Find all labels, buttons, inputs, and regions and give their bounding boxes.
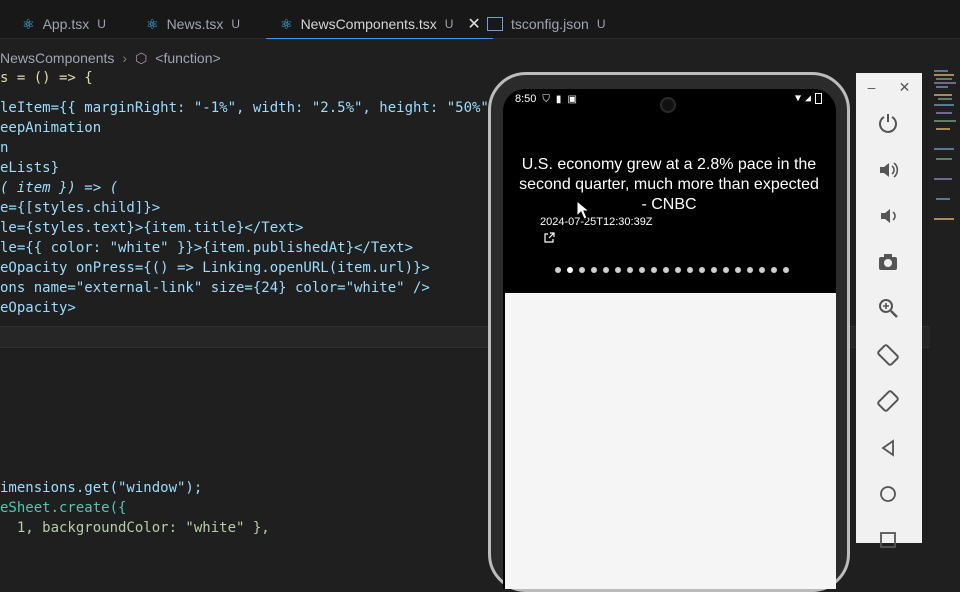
breadcrumb-file[interactable]: NewsComponents <box>0 50 114 66</box>
pagination-dot[interactable] <box>699 267 705 273</box>
battery-icon <box>815 93 822 104</box>
react-icon: ⚛ <box>280 15 293 32</box>
code-line: leItem={{ marginRight: "-1%", width: "2.… <box>0 100 515 116</box>
shield-icon: ⛉ <box>542 93 550 105</box>
chevron-right-icon: › <box>122 50 128 66</box>
pagination-dot[interactable] <box>759 267 765 273</box>
pagination-dot[interactable] <box>675 267 681 273</box>
camera-icon[interactable] <box>876 250 900 274</box>
android-emulator-device: 8:50 ⛉ ▮ ▣ ▼ ◢ U.S. economy grew at a 2.… <box>488 72 850 592</box>
minimap[interactable] <box>930 68 960 318</box>
pagination-dot[interactable] <box>735 267 741 273</box>
external-link-icon[interactable] <box>543 232 555 244</box>
news-title: U.S. economy grew at a 2.8% pace in the … <box>519 156 819 213</box>
content-area <box>505 293 836 589</box>
tab-label: News.tsx <box>166 16 224 32</box>
untracked-badge: U <box>231 17 241 31</box>
pagination-dot[interactable] <box>567 267 573 273</box>
emulator-toolbar: – ✕ <box>856 73 922 548</box>
code-line: n <box>0 140 9 156</box>
code-line: eOpacity onPress={() => Linking.openURL(… <box>0 260 430 276</box>
code-line: 1, backgroundColor: "white" }, <box>0 520 270 536</box>
code-line: imensions.get("window"); <box>0 480 203 496</box>
news-published-at: 2024-07-25T12:30:39Z <box>540 216 653 228</box>
rotate-right-icon[interactable] <box>876 389 900 413</box>
pagination-dot[interactable] <box>783 267 789 273</box>
pagination-dot[interactable] <box>627 267 633 273</box>
tsconfig-icon <box>487 17 503 31</box>
rotate-left-icon[interactable] <box>876 343 900 367</box>
code-line: le={{ color: "white" }}>{item.publishedA… <box>0 240 414 256</box>
untracked-badge: U <box>97 17 106 31</box>
wifi-icon: ▼ <box>794 93 801 104</box>
tab-newscomponents-tsx[interactable]: ⚛ NewsComponents.tsx U ✕ <box>266 10 493 39</box>
sim-icon: ▮ <box>555 93 562 105</box>
overview-icon[interactable] <box>876 528 900 552</box>
pagination-dot[interactable] <box>747 267 753 273</box>
tab-label: App.tsx <box>42 16 90 32</box>
pagination-dots <box>555 267 789 273</box>
untracked-badge: U <box>444 17 454 31</box>
zoom-icon[interactable] <box>876 296 900 320</box>
tab-tsconfig-json[interactable]: tsconfig.json U <box>487 10 606 38</box>
function-icon: ⬡ <box>135 49 148 66</box>
code-line: eepAnimation <box>0 120 102 136</box>
tab-news-tsx[interactable]: ⚛ News.tsx U <box>146 10 240 38</box>
pagination-dot[interactable] <box>723 267 729 273</box>
mouse-cursor-icon <box>576 200 590 220</box>
code-line: ons name="external-link" size={24} color… <box>0 280 430 296</box>
pagination-dot[interactable] <box>651 267 657 273</box>
pagination-dot[interactable] <box>771 267 777 273</box>
pagination-dot[interactable] <box>603 267 609 273</box>
tab-label: tsconfig.json <box>511 16 589 32</box>
volume-up-icon[interactable] <box>876 158 900 182</box>
code-line: ( item }) => ( <box>0 180 119 196</box>
phone-screen[interactable]: 8:50 ⛉ ▮ ▣ ▼ ◢ U.S. economy grew at a 2.… <box>503 89 836 589</box>
pagination-dot[interactable] <box>639 267 645 273</box>
breadcrumb-symbol[interactable]: <function> <box>155 50 220 66</box>
signal-icon: ◢ <box>804 93 811 104</box>
pagination-dot[interactable] <box>711 267 717 273</box>
code-line: le={styles.text}>{item.title}</Text> <box>0 220 304 236</box>
status-time: 8:50 <box>515 93 537 105</box>
untracked-badge: U <box>596 17 606 31</box>
pagination-dot[interactable] <box>555 267 561 273</box>
back-icon[interactable] <box>876 436 900 460</box>
close-button[interactable]: ✕ <box>899 79 911 96</box>
code-line: s = () => { <box>0 70 93 86</box>
close-tab-icon[interactable]: ✕ <box>467 14 480 34</box>
code-line: eOpacity> <box>0 300 76 316</box>
breadcrumb: NewsComponents › ⬡ <function> <box>0 48 221 68</box>
pagination-dot[interactable] <box>687 267 693 273</box>
notification-icon: ▣ <box>567 93 577 105</box>
tab-bar: ⚛ App.tsx U ⚛ News.tsx U ⚛ NewsComponent… <box>0 0 960 39</box>
power-icon[interactable] <box>876 111 900 135</box>
tab-label: NewsComponents.tsx <box>300 16 437 32</box>
front-camera <box>660 97 676 113</box>
tab-app-tsx[interactable]: ⚛ App.tsx U <box>22 10 106 38</box>
code-line: eLists} <box>0 160 60 176</box>
pagination-dot[interactable] <box>591 267 597 273</box>
code-line: e={[styles.child]}> <box>0 200 161 216</box>
pagination-dot[interactable] <box>579 267 585 273</box>
volume-down-icon[interactable] <box>876 204 900 228</box>
code-line: eSheet.create({ <box>0 500 127 516</box>
minimize-button[interactable]: – <box>868 79 876 96</box>
pagination-dot[interactable] <box>615 267 621 273</box>
react-icon: ⚛ <box>146 15 159 32</box>
home-icon[interactable] <box>876 482 900 506</box>
status-icons: ▼ ◢ <box>795 93 822 104</box>
pagination-dot[interactable] <box>663 267 669 273</box>
react-icon: ⚛ <box>22 15 35 32</box>
status-bar: 8:50 ⛉ ▮ ▣ <box>515 91 577 107</box>
